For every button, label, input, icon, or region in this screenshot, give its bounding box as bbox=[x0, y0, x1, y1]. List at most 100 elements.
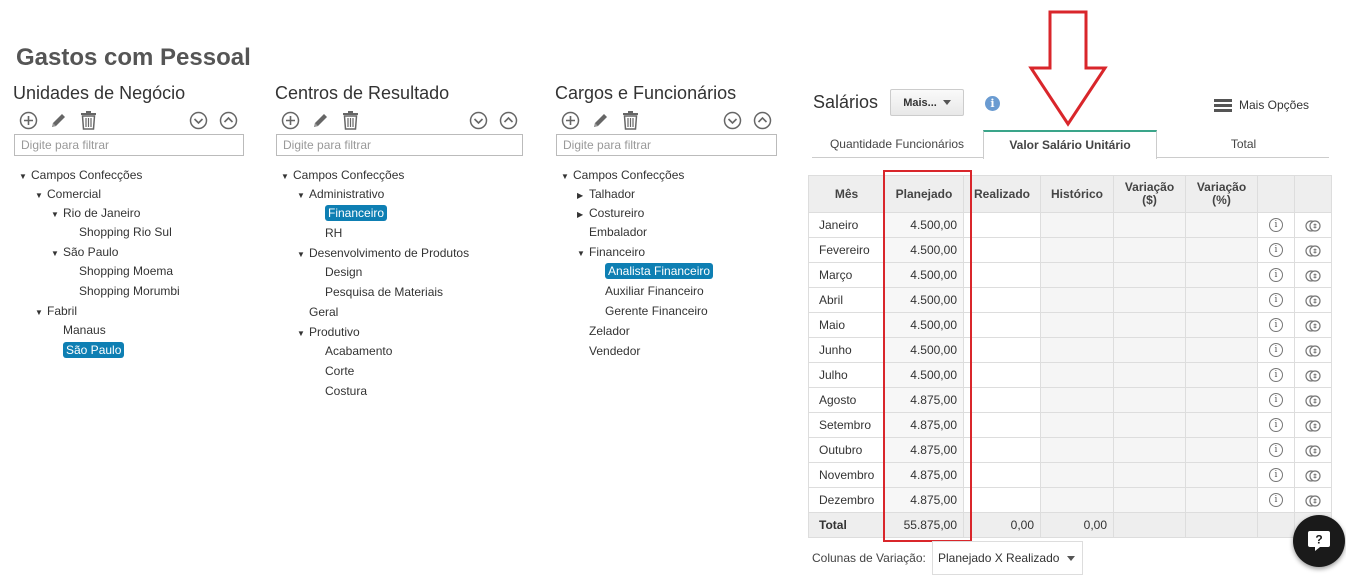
trash-icon[interactable] bbox=[340, 110, 360, 130]
tree-node[interactable]: Geral bbox=[309, 303, 338, 321]
coins-icon[interactable] bbox=[1305, 418, 1321, 432]
info-icon[interactable]: i bbox=[1269, 393, 1283, 408]
cell-planejado[interactable]: 4.875,00 bbox=[884, 412, 964, 438]
tab-valor-salario-unitario[interactable]: Valor Salário Unitário bbox=[983, 130, 1157, 159]
tree-node[interactable]: ▼ Administrativo bbox=[297, 185, 384, 203]
coins-icon[interactable] bbox=[1305, 468, 1321, 482]
info-icon[interactable]: i bbox=[985, 96, 1000, 111]
cell-realizado[interactable] bbox=[963, 387, 1041, 413]
coins-icon[interactable] bbox=[1305, 343, 1321, 357]
tree-node[interactable]: ▼ Financeiro bbox=[577, 243, 645, 261]
col-variacao-pct[interactable]: Variação (%) bbox=[1185, 175, 1258, 213]
chevron-down-circle-icon[interactable] bbox=[722, 110, 742, 130]
tree-node[interactable]: Corte bbox=[325, 362, 354, 380]
tree-node[interactable]: ▼ Comercial bbox=[35, 185, 101, 203]
chevron-up-circle-icon[interactable] bbox=[498, 110, 518, 130]
info-icon[interactable]: i bbox=[1269, 343, 1283, 358]
collapsed-arrow-icon[interactable]: ▶ bbox=[577, 187, 589, 205]
info-icon[interactable]: i bbox=[1269, 443, 1283, 458]
cell-planejado[interactable]: 4.500,00 bbox=[884, 362, 964, 388]
cell-planejado[interactable]: 4.500,00 bbox=[884, 337, 964, 363]
info-icon[interactable]: i bbox=[1269, 243, 1283, 258]
tree-node[interactable]: ▼ Campos Confecções bbox=[561, 166, 684, 184]
cell-realizado[interactable] bbox=[963, 287, 1041, 313]
pencil-icon[interactable] bbox=[310, 110, 330, 130]
cell-planejado[interactable]: 4.500,00 bbox=[884, 262, 964, 288]
trash-icon[interactable] bbox=[620, 110, 640, 130]
tree-node[interactable]: Manaus bbox=[63, 321, 106, 339]
info-icon[interactable]: i bbox=[1269, 268, 1283, 283]
cell-realizado[interactable] bbox=[963, 412, 1041, 438]
cell-realizado[interactable] bbox=[963, 362, 1041, 388]
tab-total[interactable]: Total bbox=[1158, 130, 1329, 158]
tree-node[interactable]: ▼ Campos Confecções bbox=[281, 166, 404, 184]
cell-planejado[interactable]: 4.875,00 bbox=[884, 487, 964, 513]
tree-node[interactable]: Financeiro bbox=[325, 204, 388, 222]
tree-node[interactable]: Shopping Rio Sul bbox=[79, 223, 172, 241]
cell-realizado[interactable] bbox=[963, 262, 1041, 288]
cell-realizado[interactable] bbox=[963, 212, 1041, 238]
tree-node[interactable]: ▼ Rio de Janeiro bbox=[51, 204, 140, 222]
centros-filter-input[interactable] bbox=[276, 134, 523, 156]
tree-node[interactable]: ▼ São Paulo bbox=[51, 243, 118, 261]
tree-node[interactable]: São Paulo bbox=[63, 341, 125, 359]
cell-realizado[interactable] bbox=[963, 487, 1041, 513]
expanded-arrow-icon[interactable]: ▼ bbox=[35, 187, 47, 205]
info-icon[interactable]: i bbox=[1269, 218, 1283, 233]
tree-node[interactable]: ▼ Desenvolvimento de Produtos bbox=[297, 244, 469, 262]
mais-opcoes-button[interactable]: Mais Opções bbox=[1214, 98, 1309, 112]
tree-node[interactable]: Shopping Moema bbox=[79, 262, 173, 280]
cell-planejado[interactable]: 4.875,00 bbox=[884, 462, 964, 488]
col-mes[interactable]: Mês bbox=[808, 175, 885, 213]
tree-node[interactable]: ▼ Produtivo bbox=[297, 323, 360, 341]
chevron-down-circle-icon[interactable] bbox=[468, 110, 488, 130]
expanded-arrow-icon[interactable]: ▼ bbox=[51, 206, 63, 224]
expanded-arrow-icon[interactable]: ▼ bbox=[35, 304, 47, 322]
tree-node[interactable]: Shopping Morumbi bbox=[79, 282, 180, 300]
tree-node[interactable]: ▼ Fabril bbox=[35, 302, 77, 320]
chevron-up-circle-icon[interactable] bbox=[218, 110, 238, 130]
coins-icon[interactable] bbox=[1305, 218, 1321, 232]
cargos-filter-input[interactable] bbox=[556, 134, 777, 156]
chevron-up-circle-icon[interactable] bbox=[752, 110, 772, 130]
info-icon[interactable]: i bbox=[1269, 293, 1283, 308]
tree-node[interactable]: Pesquisa de Materiais bbox=[325, 283, 443, 301]
tree-node[interactable]: Zelador bbox=[589, 322, 630, 340]
tree-node[interactable]: ▶ Talhador bbox=[577, 185, 635, 203]
expanded-arrow-icon[interactable]: ▼ bbox=[561, 168, 573, 186]
expanded-arrow-icon[interactable]: ▼ bbox=[297, 246, 309, 264]
info-icon[interactable]: i bbox=[1269, 418, 1283, 433]
expanded-arrow-icon[interactable]: ▼ bbox=[577, 245, 589, 263]
coins-icon[interactable] bbox=[1305, 368, 1321, 382]
help-chat-button[interactable]: ? bbox=[1293, 515, 1345, 567]
tree-node[interactable]: Costura bbox=[325, 382, 367, 400]
add-circle-icon[interactable] bbox=[280, 110, 300, 130]
cell-realizado[interactable] bbox=[963, 337, 1041, 363]
coins-icon[interactable] bbox=[1305, 318, 1321, 332]
tree-node[interactable]: ▼ Campos Confecções bbox=[19, 166, 142, 184]
cell-planejado[interactable]: 4.500,00 bbox=[884, 212, 964, 238]
coins-icon[interactable] bbox=[1305, 493, 1321, 507]
cell-planejado[interactable]: 4.500,00 bbox=[884, 312, 964, 338]
tree-node[interactable]: Analista Financeiro bbox=[605, 262, 714, 280]
cell-planejado[interactable]: 4.500,00 bbox=[884, 237, 964, 263]
pencil-icon[interactable] bbox=[48, 110, 68, 130]
chevron-down-circle-icon[interactable] bbox=[188, 110, 208, 130]
mais-dropdown-button[interactable]: Mais... bbox=[890, 89, 964, 116]
cell-planejado[interactable]: 4.875,00 bbox=[884, 387, 964, 413]
add-circle-icon[interactable] bbox=[560, 110, 580, 130]
tree-node[interactable]: RH bbox=[325, 224, 342, 242]
expanded-arrow-icon[interactable]: ▼ bbox=[51, 245, 63, 263]
col-historico[interactable]: Histórico bbox=[1040, 175, 1114, 213]
tree-node[interactable]: Design bbox=[325, 263, 362, 281]
collapsed-arrow-icon[interactable]: ▶ bbox=[577, 206, 589, 224]
cell-planejado[interactable]: 4.500,00 bbox=[884, 287, 964, 313]
cell-realizado[interactable] bbox=[963, 237, 1041, 263]
cell-realizado[interactable] bbox=[963, 437, 1041, 463]
cell-realizado[interactable] bbox=[963, 462, 1041, 488]
coins-icon[interactable] bbox=[1305, 443, 1321, 457]
info-icon[interactable]: i bbox=[1269, 368, 1283, 383]
coins-icon[interactable] bbox=[1305, 393, 1321, 407]
col-planejado[interactable]: Planejado bbox=[884, 175, 964, 213]
tree-node[interactable]: Embalador bbox=[589, 223, 647, 241]
